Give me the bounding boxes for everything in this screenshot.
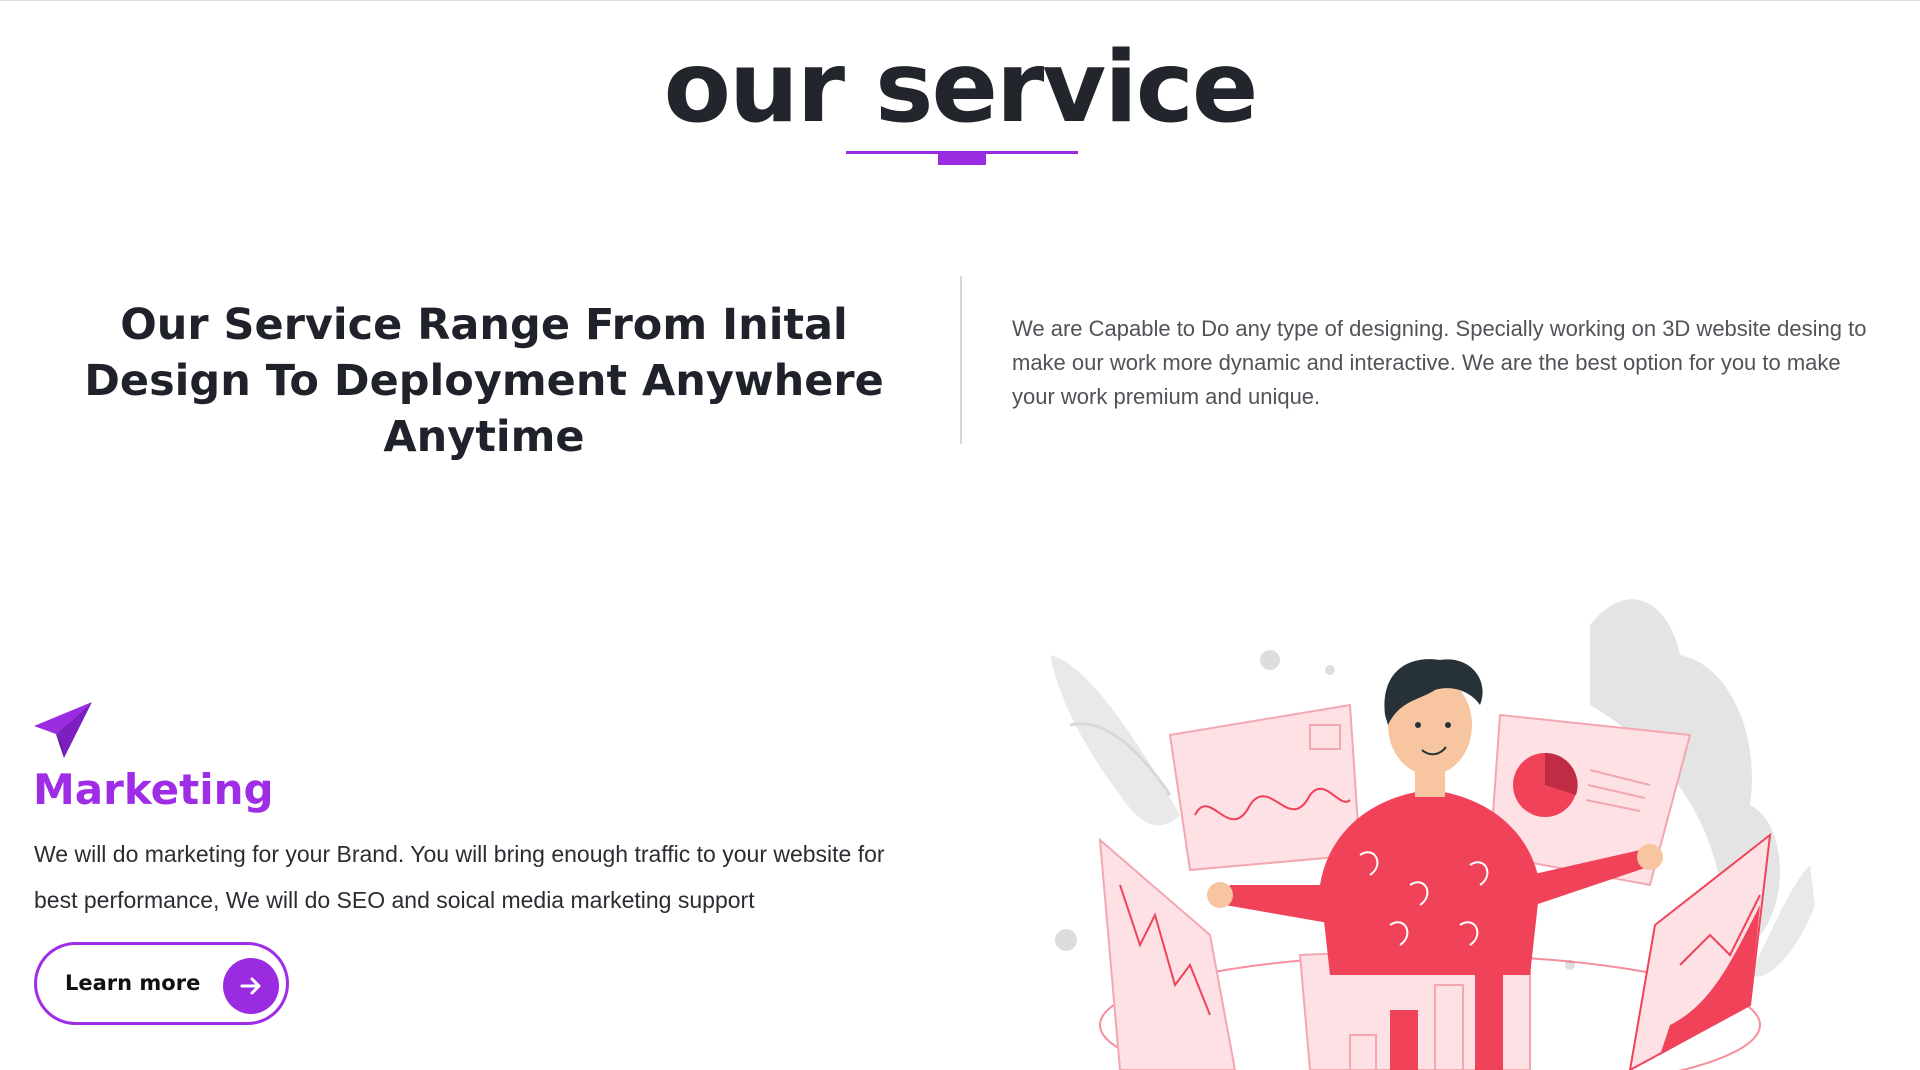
section-title: our service [663, 31, 1259, 145]
panel-trend-left [1098, 837, 1237, 1070]
title-underline-accent [938, 151, 986, 165]
paper-plane-icon [32, 700, 94, 762]
intro-headline: Our Service Range From Inital Design To … [84, 300, 884, 462]
service-title: Marketing [33, 765, 274, 814]
intro-paragraph: We are Capable to Do any type of designi… [1012, 316, 1867, 409]
marketing-illustration [1030, 585, 1850, 1070]
learn-more-button[interactable]: Learn more [34, 942, 289, 1025]
arrow-right-icon [223, 958, 279, 1014]
section-heading: our service [0, 28, 1920, 148]
top-border [0, 0, 1920, 1]
intro-divider [960, 276, 962, 444]
panel-line-chart [1168, 703, 1362, 872]
service-description: We will do marketing for your Brand. You… [34, 841, 885, 913]
leaf-left [1050, 655, 1180, 826]
learn-more-label: Learn more [65, 971, 201, 995]
